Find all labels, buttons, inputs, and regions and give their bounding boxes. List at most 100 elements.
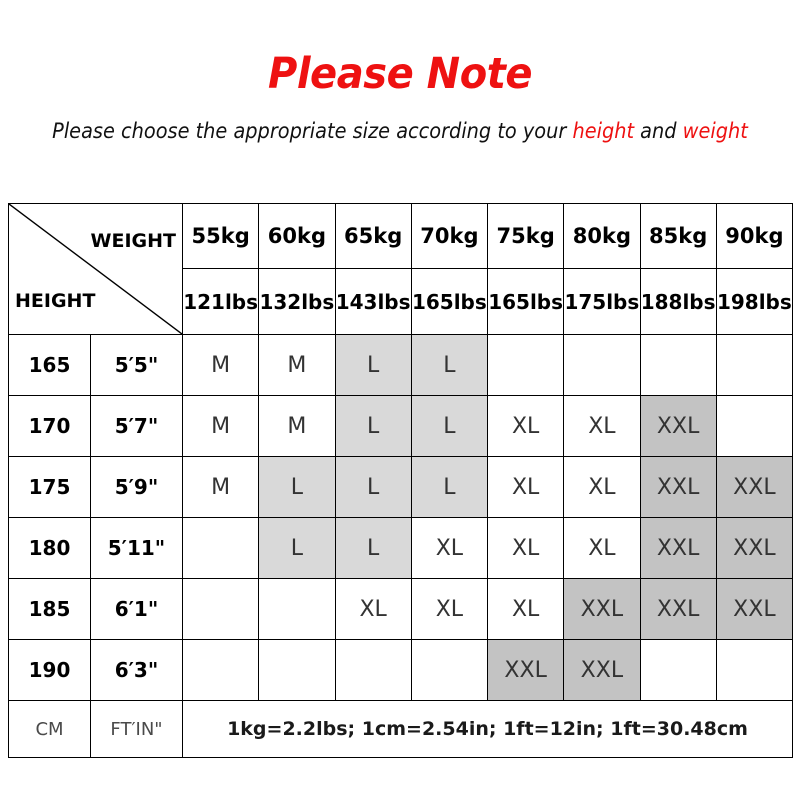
size-cell: XXL xyxy=(563,639,641,701)
size-cell xyxy=(258,639,336,701)
size-cell: XL xyxy=(410,578,489,640)
size-cell: L xyxy=(334,395,412,457)
size-cell: XXL xyxy=(563,578,641,640)
size-cell xyxy=(715,395,794,457)
height-axis-label: HEIGHT xyxy=(15,290,96,312)
height-ftin-cell: 6′3" xyxy=(90,639,183,701)
unit-ftin-label: FT′IN" xyxy=(90,700,183,758)
weight-kg-header: 70kg xyxy=(410,203,489,269)
page-subtitle: Please choose the appropriate size accor… xyxy=(32,97,768,143)
size-cell: XL xyxy=(486,395,565,457)
table-row: 170 5′7" M M L L XL XL XXL xyxy=(8,395,794,457)
height-ftin-cell: 5′5" xyxy=(90,334,183,396)
height-ftin-cell: 5′9" xyxy=(90,456,183,518)
size-cell: XXL xyxy=(715,578,794,640)
size-cell: XL xyxy=(563,395,641,457)
conversion-note: 1kg=2.2lbs; 1cm=2.54in; 1ft=12in; 1ft=30… xyxy=(182,700,793,758)
height-ftin-cell: 6′1" xyxy=(90,578,183,640)
weight-kg-header: 75kg xyxy=(486,203,565,269)
size-cell xyxy=(486,334,565,396)
size-cell xyxy=(563,334,641,396)
size-cell xyxy=(181,517,260,579)
height-cm-cell: 170 xyxy=(8,395,91,457)
weight-kg-header: 85kg xyxy=(639,203,717,269)
diagonal-divider-icon xyxy=(9,204,182,334)
weight-lbs-header: 143lbs xyxy=(334,268,412,335)
size-chart-table: WEIGHT HEIGHT 55kg 60kg 65kg 70kg 75kg 8… xyxy=(8,203,794,758)
weight-lbs-header: 121lbs xyxy=(181,268,260,335)
size-cell: L xyxy=(410,334,489,396)
size-cell: L xyxy=(410,395,489,457)
size-chart-page: Please Note Please choose the appropriat… xyxy=(0,0,800,800)
size-cell xyxy=(639,334,717,396)
size-cell xyxy=(258,578,336,640)
subtitle-highlight-weight: weight xyxy=(682,119,748,144)
subtitle-prefix: Please choose the appropriate size accor… xyxy=(52,119,573,144)
weight-lbs-header: 175lbs xyxy=(563,268,641,335)
table-footer-row: CM FT′IN" 1kg=2.2lbs; 1cm=2.54in; 1ft=12in… xyxy=(8,700,793,758)
size-cell: XXL xyxy=(639,578,717,640)
size-cell: M xyxy=(181,334,260,396)
size-cell: XL xyxy=(563,456,641,518)
size-cell: L xyxy=(334,456,412,518)
table-row: 165 5′5" M M L L xyxy=(8,334,794,396)
weight-kg-header: 80kg xyxy=(563,203,641,269)
weight-lbs-header: 165lbs xyxy=(410,268,489,335)
size-cell: L xyxy=(258,517,336,579)
height-cm-cell: 165 xyxy=(8,334,91,396)
size-cell: M xyxy=(181,395,260,457)
size-cell: XL xyxy=(486,456,565,518)
weight-lbs-header: 165lbs xyxy=(486,268,565,335)
height-cm-cell: 175 xyxy=(8,456,91,518)
size-cell xyxy=(181,578,260,640)
weight-kg-header: 55kg xyxy=(181,203,260,269)
size-cell: XXL xyxy=(639,517,717,579)
size-cell: XXL xyxy=(639,395,717,457)
height-ftin-cell: 5′7" xyxy=(90,395,183,457)
corner-header-cell: WEIGHT HEIGHT xyxy=(8,203,183,335)
size-table-container: WEIGHT HEIGHT 55kg 60kg 65kg 70kg 75kg 8… xyxy=(8,203,794,758)
size-cell: XXL xyxy=(715,517,794,579)
height-cm-cell: 180 xyxy=(8,517,91,579)
size-cell xyxy=(334,639,412,701)
table-row: 180 5′11" L L XL XL XL XXL XXL xyxy=(8,517,794,579)
size-cell: M xyxy=(258,334,336,396)
unit-cm-label: CM xyxy=(8,700,91,758)
weight-lbs-header: 132lbs xyxy=(258,268,336,335)
size-cell xyxy=(715,639,794,701)
size-cell: L xyxy=(334,334,412,396)
weight-kg-header: 90kg xyxy=(715,203,794,269)
height-ftin-cell: 5′11" xyxy=(90,517,183,579)
size-cell: M xyxy=(181,456,260,518)
weight-lbs-header: 198lbs xyxy=(715,268,794,335)
size-cell xyxy=(181,639,260,701)
size-cell xyxy=(410,639,489,701)
size-cell: XL xyxy=(410,517,489,579)
size-cell: XXL xyxy=(715,456,794,518)
weight-lbs-header: 188lbs xyxy=(639,268,717,335)
weight-kg-header: 60kg xyxy=(258,203,336,269)
height-cm-cell: 190 xyxy=(8,639,91,701)
size-cell: L xyxy=(410,456,489,518)
header-row-kg: WEIGHT HEIGHT 55kg 60kg 65kg 70kg 75kg 8… xyxy=(8,203,794,335)
size-cell: XXL xyxy=(639,456,717,518)
weight-kg-header: 65kg xyxy=(334,203,412,269)
size-cell: L xyxy=(334,517,412,579)
subtitle-middle: and xyxy=(634,119,683,144)
size-cell: XL xyxy=(563,517,641,579)
size-cell xyxy=(715,334,794,396)
size-cell: XXL xyxy=(486,639,565,701)
size-cell: XL xyxy=(486,517,565,579)
height-cm-cell: 185 xyxy=(8,578,91,640)
size-cell xyxy=(639,639,717,701)
weight-axis-label: WEIGHT xyxy=(90,230,176,252)
size-cell: L xyxy=(258,456,336,518)
table-row: 190 6′3" XXL XXL xyxy=(8,639,794,701)
size-cell: XL xyxy=(334,578,412,640)
table-row: 185 6′1" XL XL XL XXL XXL XXL xyxy=(8,578,794,640)
size-table-body: WEIGHT HEIGHT 55kg 60kg 65kg 70kg 75kg 8… xyxy=(8,203,794,758)
subtitle-highlight-height: height xyxy=(572,119,635,144)
size-cell: XL xyxy=(486,578,565,640)
table-row: 175 5′9" M L L L XL XL XXL XXL xyxy=(8,456,794,518)
page-title: Please Note xyxy=(267,49,533,99)
